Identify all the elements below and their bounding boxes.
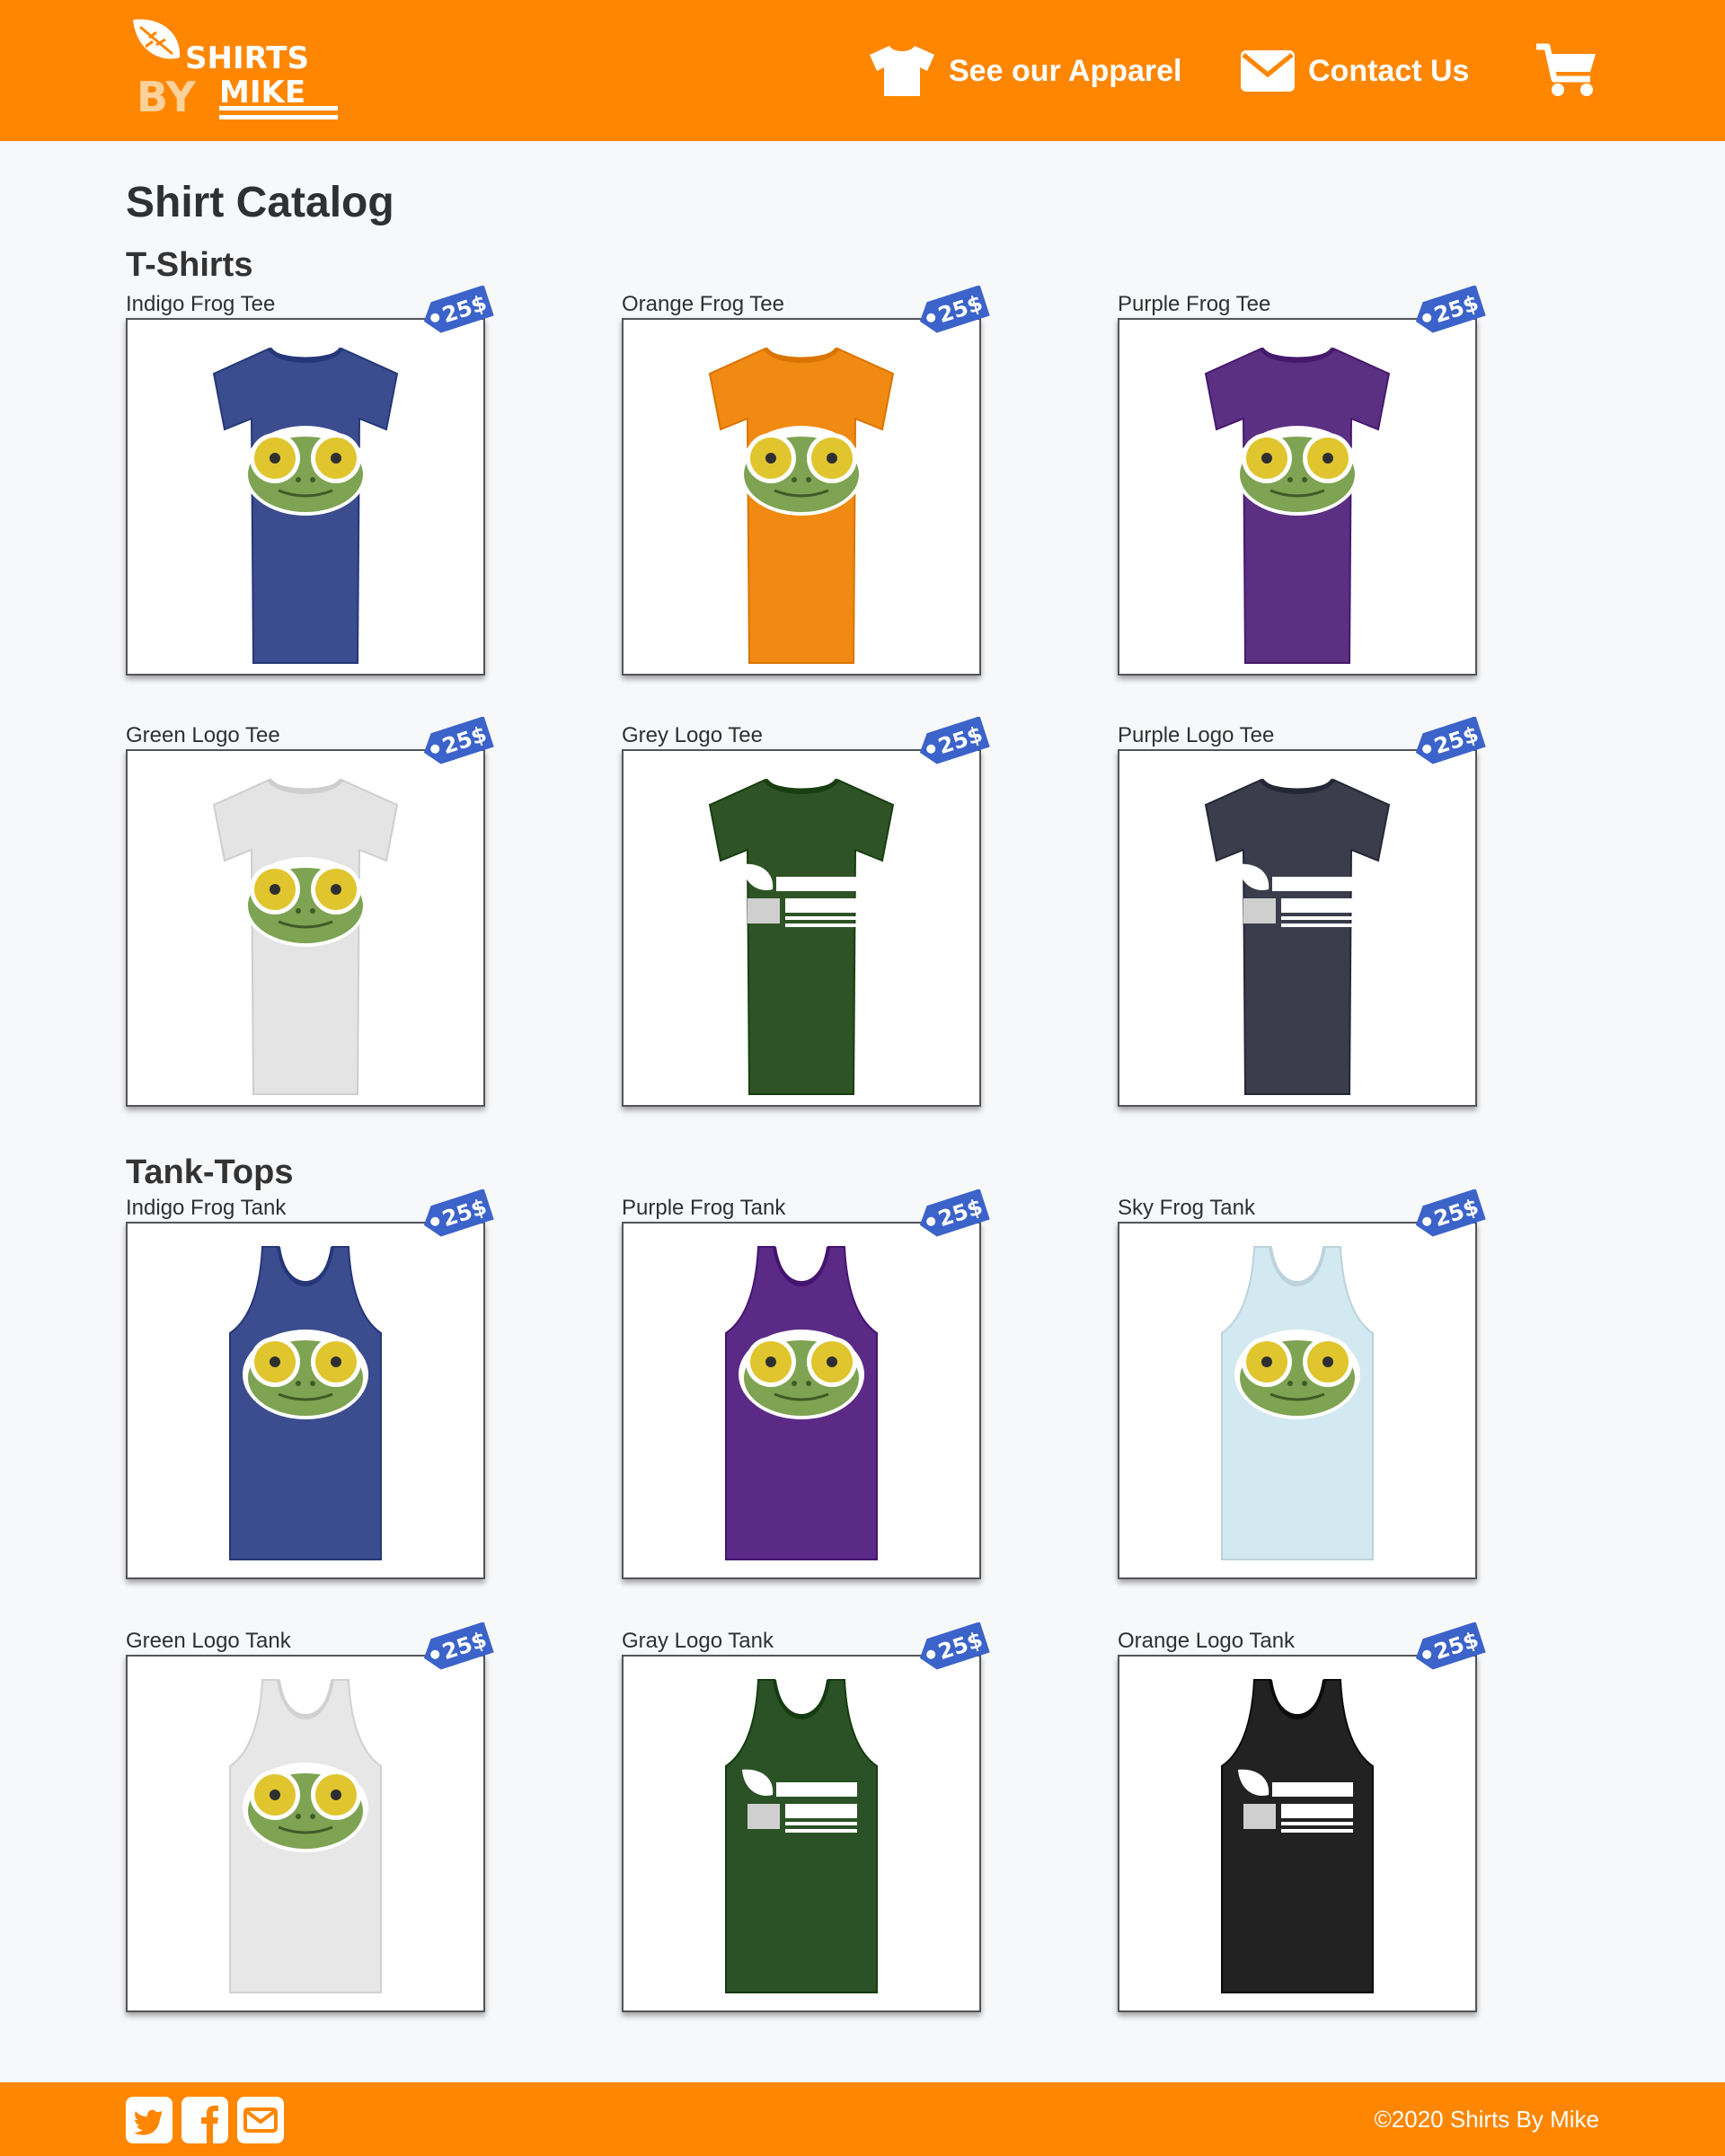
- frog-print: [243, 426, 368, 516]
- mail-icon[interactable]: [237, 2097, 284, 2143]
- price-tag-icon: 25$: [1415, 1622, 1486, 1670]
- frog-print: [243, 857, 368, 947]
- nav-see-apparel[interactable]: See our Apparel: [868, 40, 1181, 102]
- price-tag-icon: 25$: [423, 286, 494, 333]
- tanktop-image: [1221, 1679, 1374, 1993]
- section-title-tshirts: T-Shirts: [126, 246, 253, 284]
- product-card[interactable]: Grey Logo Tee 25$: [622, 717, 990, 1107]
- section-title-tanktops: Tank-Tops: [126, 1153, 294, 1191]
- site-header: SHIRTS BY MIKE See our Apparel Contact U…: [0, 0, 1725, 141]
- product-image-frame[interactable]: 25$: [622, 1189, 990, 1579]
- tanktop-image: [725, 1246, 878, 1560]
- product-image-frame[interactable]: 25$: [622, 717, 990, 1107]
- product-card[interactable]: Green Logo Tee 25$: [126, 717, 494, 1107]
- price-tag-icon: 25$: [423, 1189, 494, 1237]
- tshirt-image: [1204, 778, 1391, 1095]
- nav-apparel-label: See our Apparel: [949, 53, 1182, 88]
- logo-by-text: BY: [137, 73, 197, 121]
- product-image-frame[interactable]: 25$: [1118, 1189, 1486, 1579]
- nav-contact-label: Contact Us: [1308, 53, 1470, 88]
- price-tag-icon: 25$: [1415, 1189, 1486, 1237]
- product-card[interactable]: Purple Logo Tee 25$: [1118, 717, 1486, 1107]
- product-image-frame[interactable]: 25$: [622, 286, 990, 676]
- shirts-by-mike-logo[interactable]: SHIRTS BY MIKE: [126, 18, 341, 124]
- tshirt-image: [1204, 347, 1391, 664]
- price-tag-icon: 25$: [919, 1189, 990, 1237]
- product-image-frame[interactable]: 25$: [1118, 1622, 1486, 2012]
- product-card[interactable]: Purple Frog Tee 25$: [1118, 286, 1486, 676]
- tanktop-image: [725, 1679, 878, 1993]
- shopping-cart-icon[interactable]: [1535, 41, 1599, 99]
- product-image-frame[interactable]: 25$: [126, 286, 494, 676]
- page-title: Shirt Catalog: [126, 179, 394, 226]
- tanktop-image: [229, 1679, 382, 1993]
- envelope-icon: [1241, 50, 1295, 92]
- product-image-frame[interactable]: 25$: [126, 1189, 494, 1579]
- price-tag-icon: 25$: [1415, 717, 1486, 764]
- tshirt-icon: [870, 46, 934, 96]
- price-tag-icon: 25$: [423, 1622, 494, 1670]
- price-tag-icon: 25$: [919, 1622, 990, 1670]
- product-card[interactable]: Gray Logo Tank 25$: [622, 1622, 990, 2012]
- frog-print: [243, 1330, 368, 1419]
- frog-print: [243, 1763, 368, 1852]
- nav-contact-us[interactable]: Contact Us: [1240, 40, 1469, 102]
- frog-print: [1234, 426, 1360, 516]
- product-image-frame[interactable]: 25$: [1118, 286, 1486, 676]
- copyright-text: ©2020 Shirts By Mike: [1374, 2106, 1599, 2133]
- product-image-frame[interactable]: 25$: [126, 717, 494, 1107]
- twitter-icon[interactable]: [126, 2097, 172, 2143]
- product-card[interactable]: Indigo Frog Tee 25$: [126, 286, 494, 676]
- site-footer: ©2020 Shirts By Mike: [0, 2082, 1725, 2156]
- tshirt-image: [708, 347, 895, 664]
- product-card[interactable]: Indigo Frog Tank 25$: [126, 1189, 494, 1579]
- product-image-frame[interactable]: 25$: [126, 1622, 494, 2012]
- product-card[interactable]: Green Logo Tank 25$: [126, 1622, 494, 2012]
- product-image-frame[interactable]: 25$: [622, 1622, 990, 2012]
- frog-print: [739, 426, 864, 516]
- product-card[interactable]: Orange Logo Tank 25$: [1118, 1622, 1486, 2012]
- tshirt-image: [708, 778, 895, 1095]
- product-image-frame[interactable]: 25$: [1118, 717, 1486, 1107]
- tanktop-image: [229, 1246, 382, 1560]
- tshirt-image: [212, 347, 399, 664]
- price-tag-icon: 25$: [919, 717, 990, 764]
- price-tag-icon: 25$: [423, 717, 494, 764]
- price-tag-icon: 25$: [1415, 286, 1486, 333]
- logo-mike-text: MIKE: [219, 75, 305, 110]
- frog-print: [739, 1330, 864, 1419]
- tshirt-image: [212, 778, 399, 1095]
- logo-shirts-text: SHIRTS: [185, 40, 309, 76]
- frog-print: [1234, 1330, 1360, 1419]
- product-card[interactable]: Purple Frog Tank 25$: [622, 1189, 990, 1579]
- product-card[interactable]: Orange Frog Tee 25$: [622, 286, 990, 676]
- product-card[interactable]: Sky Frog Tank 25$: [1118, 1189, 1486, 1579]
- price-tag-icon: 25$: [919, 286, 990, 333]
- facebook-icon[interactable]: [181, 2097, 228, 2143]
- tanktop-image: [1221, 1246, 1374, 1560]
